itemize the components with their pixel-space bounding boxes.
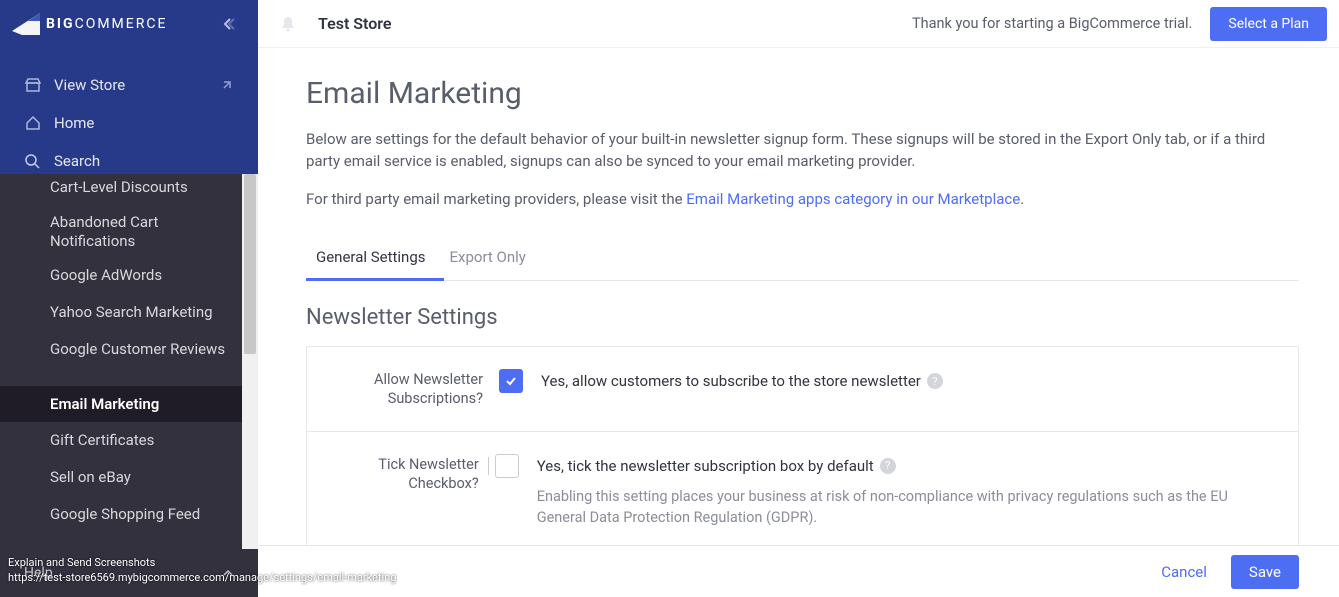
field-tick-checkbox: Tick Newsletter Checkbox? Yes, tick the … [307, 432, 1298, 545]
sidebar-item-google-reviews[interactable]: Google Customer Reviews [0, 331, 258, 368]
tick-newsletter-checkbox[interactable] [495, 454, 519, 478]
sidebar-item-email-marketing[interactable]: Email Marketing [0, 386, 258, 423]
external-link-icon [220, 78, 234, 92]
nav-label: Search [54, 152, 100, 170]
field-label: Tick Newsletter Checkbox? [331, 454, 487, 528]
main-content: Email Marketing Below are settings for t… [258, 48, 1339, 545]
field-hint: Enabling this setting places your busine… [537, 486, 1274, 528]
sidebar-item-gift-certificates[interactable]: Gift Certificates [0, 422, 258, 459]
trial-message: Thank you for starting a BigCommerce tri… [912, 15, 1192, 32]
marketplace-link[interactable]: Email Marketing apps category in our Mar… [686, 190, 1020, 208]
intro-paragraph-2: For third party email marketing provider… [306, 189, 1296, 211]
tabs: General Settings Export Only [306, 238, 1299, 281]
intro-paragraph-1: Below are settings for the default behav… [306, 129, 1296, 173]
sidebar-scrollbar[interactable] [242, 174, 258, 549]
section-title: Newsletter Settings [306, 305, 1299, 330]
help-tooltip-icon[interactable]: ? [880, 458, 896, 474]
sidebar-item-yahoo-search[interactable]: Yahoo Search Marketing [0, 294, 258, 331]
nav-label: View Store [54, 76, 125, 94]
help-label: Help [24, 565, 53, 581]
sidebar-scrollbar-thumb[interactable] [244, 174, 256, 354]
checkbox-label: Yes, tick the newsletter subscription bo… [537, 457, 874, 475]
sidebar-item-google-adwords[interactable]: Google AdWords [0, 257, 258, 294]
sidebar: BIGCOMMERCE View Store Home Search Cart-… [0, 0, 258, 597]
search-icon [24, 153, 42, 169]
allow-subscriptions-checkbox[interactable] [499, 369, 523, 393]
notifications-icon[interactable] [276, 12, 300, 36]
storefront-icon [24, 77, 42, 93]
sidebar-item-cart-discounts[interactable]: Cart-Level Discounts [0, 174, 258, 206]
tab-export-only[interactable]: Export Only [440, 238, 540, 280]
sidebar-item-sell-ebay[interactable]: Sell on eBay [0, 459, 258, 496]
sidebar-subnav: Cart-Level Discounts Abandoned Cart Noti… [0, 174, 258, 549]
save-button[interactable]: Save [1231, 555, 1299, 589]
logo-mark-icon [12, 13, 40, 35]
collapse-sidebar-button[interactable] [216, 12, 240, 36]
nav-home[interactable]: Home [0, 104, 258, 142]
nav-view-store[interactable]: View Store [0, 66, 258, 104]
sidebar-help[interactable]: Help [0, 549, 258, 597]
newsletter-settings-panel: Allow Newsletter Subscriptions? Yes, all… [306, 346, 1299, 545]
select-plan-button[interactable]: Select a Plan [1210, 7, 1327, 41]
field-allow-subscriptions: Allow Newsletter Subscriptions? Yes, all… [307, 347, 1298, 432]
check-icon [504, 374, 518, 388]
logo-row: BIGCOMMERCE [0, 0, 258, 48]
primary-nav: View Store Home Search [0, 48, 258, 180]
brand-logo: BIGCOMMERCE [12, 13, 167, 35]
chevron-up-icon [222, 567, 234, 579]
brand-name: BIGCOMMERCE [46, 16, 167, 32]
store-name: Test Store [318, 14, 392, 33]
cancel-button[interactable]: Cancel [1161, 563, 1207, 581]
footer-actions: Cancel Save [258, 545, 1339, 597]
help-tooltip-icon[interactable]: ? [927, 373, 943, 389]
home-icon [24, 115, 42, 131]
sidebar-item-abandoned-cart[interactable]: Abandoned Cart Notifications [0, 206, 258, 258]
sidebar-item-google-shopping[interactable]: Google Shopping Feed [0, 496, 258, 533]
page-title: Email Marketing [306, 76, 1299, 111]
topbar: Test Store Thank you for starting a BigC… [258, 0, 1339, 48]
field-label: Allow Newsletter Subscriptions? [331, 369, 491, 409]
checkbox-label: Yes, allow customers to subscribe to the… [541, 372, 921, 390]
nav-label: Home [54, 114, 94, 132]
tab-general-settings[interactable]: General Settings [306, 238, 440, 280]
